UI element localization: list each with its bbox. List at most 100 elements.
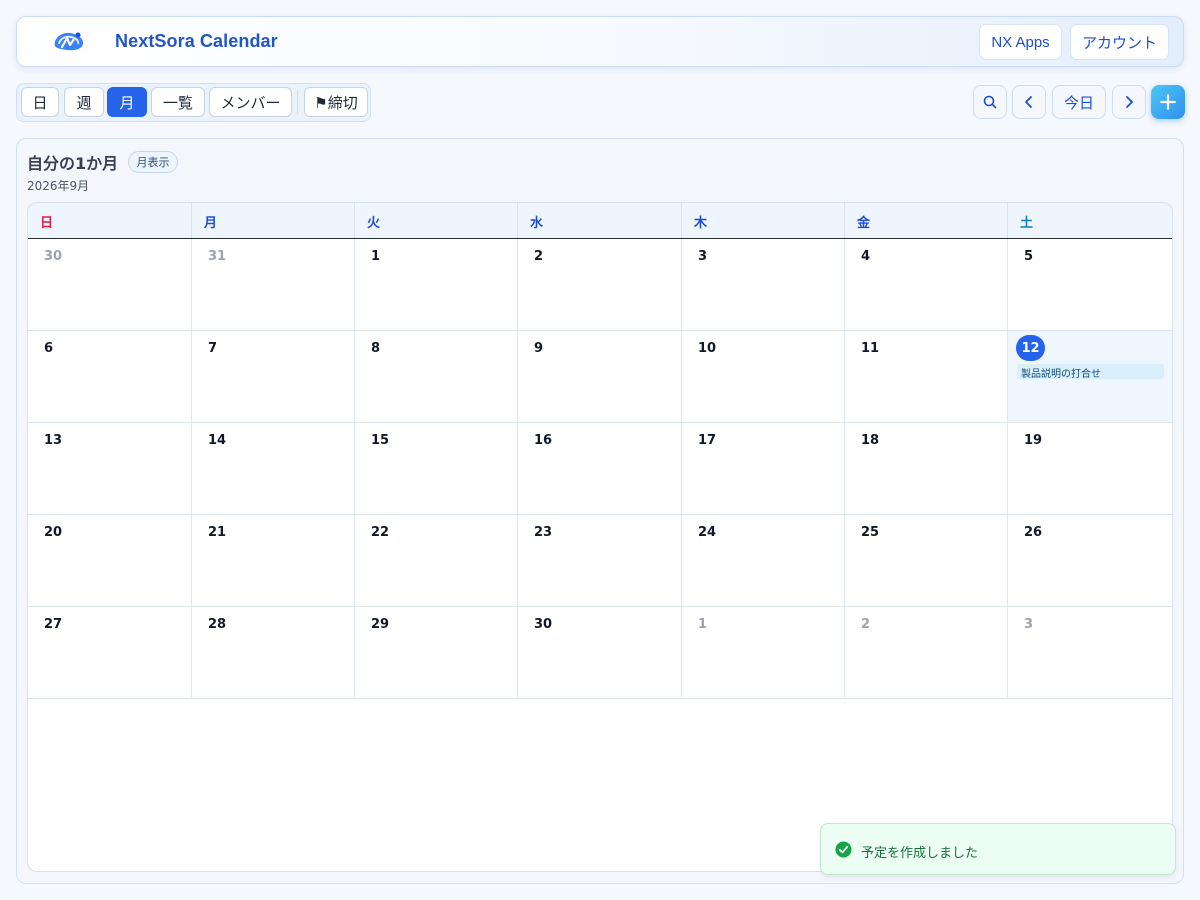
day-cell[interactable]: 13 xyxy=(28,423,192,515)
day-cell[interactable]: 29 xyxy=(355,607,518,699)
day-cell[interactable]: 15 xyxy=(355,423,518,515)
search-icon xyxy=(983,95,997,109)
day-cell[interactable]: 18 xyxy=(845,423,1008,515)
day-number: 23 xyxy=(534,525,553,540)
day-number: 25 xyxy=(861,525,880,540)
day-number: 29 xyxy=(371,617,390,632)
view-deadline-button[interactable]: ⚑締切 xyxy=(304,87,368,117)
day-cell[interactable]: 28 xyxy=(192,607,355,699)
chevron-right-icon xyxy=(1126,96,1133,108)
day-cell[interactable]: 23 xyxy=(518,515,682,607)
view-divider xyxy=(297,90,298,114)
account-button[interactable]: アカウント xyxy=(1070,24,1169,60)
today-button[interactable]: 今日 xyxy=(1052,85,1106,119)
day-cell[interactable]: 20 xyxy=(28,515,192,607)
day-number: 22 xyxy=(371,525,390,540)
event-chip[interactable]: 製品説明の打合せ xyxy=(1017,364,1164,379)
day-number: 27 xyxy=(44,617,63,632)
day-number: 30 xyxy=(44,249,63,264)
day-number: 1 xyxy=(371,249,381,264)
plus-icon xyxy=(1160,94,1176,110)
day-cell[interactable]: 30 xyxy=(28,239,192,331)
day-cell[interactable]: 1 xyxy=(355,239,518,331)
search-button[interactable] xyxy=(973,85,1007,119)
day-cell[interactable]: 3 xyxy=(1008,607,1172,699)
weekday-sat: 土 xyxy=(1008,203,1172,238)
day-cell[interactable]: 3 xyxy=(682,239,845,331)
day-number: 26 xyxy=(1024,525,1043,540)
app-brand-title[interactable]: NextSora Calendar xyxy=(115,31,278,52)
weekday-thu: 木 xyxy=(682,203,845,238)
add-event-button[interactable] xyxy=(1151,85,1185,119)
prev-month-button[interactable] xyxy=(1012,85,1046,119)
view-day-button[interactable]: 日 xyxy=(21,87,59,117)
day-number: 13 xyxy=(44,433,63,448)
day-cell[interactable]: 1 xyxy=(682,607,845,699)
day-number: 28 xyxy=(208,617,227,632)
weekday-header: 日 月 火 水 木 金 土 xyxy=(28,203,1172,239)
view-month-button[interactable]: 月 xyxy=(107,87,147,117)
day-number: 8 xyxy=(371,341,381,356)
view-members-button[interactable]: メンバー xyxy=(209,87,292,117)
day-cell[interactable]: 22 xyxy=(355,515,518,607)
day-number: 18 xyxy=(861,433,880,448)
day-cell[interactable]: 27 xyxy=(28,607,192,699)
day-cell[interactable]: 8 xyxy=(355,331,518,423)
day-number: 15 xyxy=(371,433,390,448)
day-cell[interactable]: 17 xyxy=(682,423,845,515)
day-cell[interactable]: 24 xyxy=(682,515,845,607)
day-number: 21 xyxy=(208,525,227,540)
view-switcher: 日 週 月 一覧 メンバー ⚑締切 xyxy=(16,83,371,122)
day-number: 14 xyxy=(208,433,227,448)
day-cell[interactable]: 9 xyxy=(518,331,682,423)
weekday-fri: 金 xyxy=(845,203,1008,238)
day-number: 10 xyxy=(698,341,717,356)
weekday-wed: 水 xyxy=(518,203,682,238)
day-cell[interactable]: 5 xyxy=(1008,239,1172,331)
day-number: 2 xyxy=(534,249,544,264)
day-cell[interactable]: 26 xyxy=(1008,515,1172,607)
check-circle-icon xyxy=(835,841,852,858)
next-month-button[interactable] xyxy=(1112,85,1146,119)
day-number: 17 xyxy=(698,433,717,448)
day-cell[interactable]: 2 xyxy=(845,607,1008,699)
day-cell[interactable]: 31 xyxy=(192,239,355,331)
month-grid: 日 月 火 水 木 金 土 30 31 1 2 3 4 5 6 7 8 9 10 11 12 製品説明の打合… xyxy=(27,202,1173,872)
day-number: 4 xyxy=(861,249,871,264)
day-cell[interactable]: 16 xyxy=(518,423,682,515)
app-header: NextSora Calendar NX Apps アカウント xyxy=(16,16,1184,67)
weekday-tue: 火 xyxy=(355,203,518,238)
day-cell[interactable]: 7 xyxy=(192,331,355,423)
day-number: 11 xyxy=(861,341,880,356)
day-number: 24 xyxy=(698,525,717,540)
day-number: 30 xyxy=(534,617,553,632)
day-cell[interactable]: 25 xyxy=(845,515,1008,607)
day-cell[interactable]: 2 xyxy=(518,239,682,331)
weekday-mon: 月 xyxy=(192,203,355,238)
day-number: 6 xyxy=(44,341,54,356)
day-cell[interactable]: 10 xyxy=(682,331,845,423)
day-cell[interactable]: 6 xyxy=(28,331,192,423)
success-toast: 予定を作成しました xyxy=(820,823,1176,875)
day-cell[interactable]: 30 xyxy=(518,607,682,699)
day-number: 7 xyxy=(208,341,218,356)
day-number: 16 xyxy=(534,433,553,448)
calendar-title: 自分の1か月 xyxy=(27,154,119,173)
weekday-sun: 日 xyxy=(28,203,192,238)
day-cell[interactable]: 11 xyxy=(845,331,1008,423)
day-number: 5 xyxy=(1024,249,1034,264)
day-cell[interactable]: 4 xyxy=(845,239,1008,331)
view-list-button[interactable]: 一覧 xyxy=(151,87,205,117)
day-cell[interactable]: 14 xyxy=(192,423,355,515)
view-week-button[interactable]: 週 xyxy=(64,87,104,117)
chevron-left-icon xyxy=(1025,96,1032,108)
day-cell[interactable]: 19 xyxy=(1008,423,1172,515)
day-cell-today[interactable]: 12 製品説明の打合せ xyxy=(1008,331,1172,423)
day-cell[interactable]: 21 xyxy=(192,515,355,607)
nx-apps-button[interactable]: NX Apps xyxy=(979,24,1062,60)
day-number: 19 xyxy=(1024,433,1043,448)
day-number: 1 xyxy=(698,617,708,632)
month-label: 2026年9月 xyxy=(27,179,90,193)
day-number: 3 xyxy=(698,249,708,264)
day-number: 9 xyxy=(534,341,544,356)
